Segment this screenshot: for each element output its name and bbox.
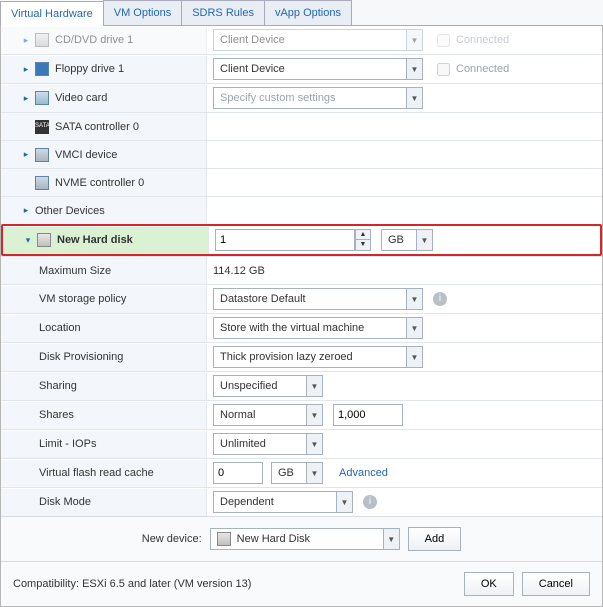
- cd-label: CD/DVD drive 1: [55, 34, 133, 46]
- flash-advanced-link[interactable]: Advanced: [339, 467, 388, 479]
- tab-virtual-hardware[interactable]: Virtual Hardware: [0, 1, 104, 26]
- cancel-button[interactable]: Cancel: [522, 572, 590, 596]
- nvme-icon: [35, 176, 49, 190]
- limit-iops-select[interactable]: Unlimited: [213, 433, 323, 455]
- compat-bar: Compatibility: ESXi 6.5 and later (VM ve…: [1, 561, 602, 606]
- spinner-buttons[interactable]: ▲▼: [355, 229, 371, 251]
- new-device-label: New device:: [142, 533, 202, 545]
- sata-icon: SATA: [35, 120, 49, 134]
- policy-label: VM storage policy: [39, 293, 126, 305]
- row-floppy: Floppy drive 1 Client Device Connected: [1, 54, 602, 83]
- flash-value-input[interactable]: [213, 462, 263, 484]
- disk-size-spinner[interactable]: ▲▼: [215, 229, 371, 251]
- row-disk-mode: Disk Mode Dependent i: [1, 487, 602, 516]
- row-cd-drive: CD/DVD drive 1 Client Device Connected: [1, 26, 602, 54]
- tab-vapp-options[interactable]: vApp Options: [264, 0, 352, 25]
- cd-connected-check[interactable]: Connected: [437, 34, 509, 47]
- checkbox[interactable]: [437, 34, 450, 47]
- row-sata: SATA SATA controller 0: [1, 112, 602, 140]
- disk-icon: [217, 532, 231, 546]
- tab-sdrs-rules[interactable]: SDRS Rules: [181, 0, 265, 25]
- storage-policy-select[interactable]: Datastore Default: [213, 288, 423, 310]
- provisioning-label: Disk Provisioning: [39, 351, 123, 363]
- provisioning-select[interactable]: Thick provision lazy zeroed: [213, 346, 423, 368]
- shares-mode-select[interactable]: Normal: [213, 404, 323, 426]
- video-settings-select[interactable]: Specify custom settings: [213, 87, 423, 109]
- new-device-select[interactable]: New Hard Disk: [210, 528, 400, 550]
- disk-size-unit-select[interactable]: GB: [381, 229, 433, 251]
- location-label: Location: [39, 322, 81, 334]
- video-icon: [35, 91, 49, 105]
- disk-mode-label: Disk Mode: [39, 496, 91, 508]
- disk-icon: [37, 233, 51, 247]
- expand-toggle[interactable]: [21, 206, 31, 216]
- floppy-connected-check[interactable]: Connected: [437, 63, 509, 76]
- expand-toggle[interactable]: [23, 235, 33, 245]
- disk-mode-select[interactable]: Dependent: [213, 491, 353, 513]
- expand-toggle[interactable]: [21, 64, 31, 74]
- row-video: Video card Specify custom settings: [1, 83, 602, 112]
- sata-label: SATA controller 0: [55, 121, 139, 133]
- other-label: Other Devices: [35, 205, 105, 217]
- expand-toggle[interactable]: [21, 150, 31, 160]
- floppy-device-select[interactable]: Client Device: [213, 58, 423, 80]
- cd-device-select[interactable]: Client Device: [213, 29, 423, 51]
- shares-value-input[interactable]: [333, 404, 403, 426]
- floppy-label: Floppy drive 1: [55, 63, 124, 75]
- row-provisioning: Disk Provisioning Thick provision lazy z…: [1, 342, 602, 371]
- shares-label: Shares: [39, 409, 74, 421]
- row-location: Location Store with the virtual machine: [1, 313, 602, 342]
- tabstrip: Virtual Hardware VM Options SDRS Rules v…: [0, 0, 603, 26]
- row-sharing: Sharing Unspecified: [1, 371, 602, 400]
- flash-unit-select[interactable]: GB: [271, 462, 323, 484]
- chip-icon: [35, 148, 49, 162]
- info-icon[interactable]: i: [363, 495, 377, 509]
- compat-text: Compatibility: ESXi 6.5 and later (VM ve…: [13, 578, 251, 590]
- expand-toggle[interactable]: [21, 93, 31, 103]
- add-button[interactable]: Add: [408, 527, 462, 551]
- limit-label: Limit - IOPs: [39, 438, 96, 450]
- row-new-hard-disk: New Hard disk ▲▼ GB: [1, 224, 602, 256]
- disk-size-input[interactable]: [215, 229, 355, 251]
- maxsize-value: 114.12 GB: [213, 265, 265, 277]
- tab-vm-options[interactable]: VM Options: [103, 0, 182, 25]
- row-max-size: Maximum Size 114.12 GB: [1, 256, 602, 284]
- row-nvme: NVME controller 0: [1, 168, 602, 196]
- row-flash-cache: Virtual flash read cache GB Advanced: [1, 458, 602, 487]
- row-storage-policy: VM storage policy Datastore Default i: [1, 284, 602, 313]
- checkbox[interactable]: [437, 63, 450, 76]
- location-select[interactable]: Store with the virtual machine: [213, 317, 423, 339]
- vmci-label: VMCI device: [55, 149, 117, 161]
- cd-icon: [35, 33, 49, 47]
- video-label: Video card: [55, 92, 107, 104]
- row-vmci: VMCI device: [1, 140, 602, 168]
- add-device-bar: New device: New Hard Disk Add: [1, 516, 602, 561]
- floppy-icon: [35, 62, 49, 76]
- sharing-label: Sharing: [39, 380, 77, 392]
- new-hard-disk-label: New Hard disk: [57, 234, 133, 246]
- info-icon[interactable]: i: [433, 292, 447, 306]
- hardware-scroll[interactable]: CD/DVD drive 1 Client Device Connected: [1, 26, 602, 516]
- flash-label: Virtual flash read cache: [39, 467, 154, 479]
- row-shares: Shares Normal: [1, 400, 602, 429]
- expand-toggle[interactable]: [21, 35, 31, 45]
- maxsize-label: Maximum Size: [39, 265, 111, 277]
- panel-virtual-hardware: CD/DVD drive 1 Client Device Connected: [0, 26, 603, 607]
- window: Virtual Hardware VM Options SDRS Rules v…: [0, 0, 603, 607]
- ok-button[interactable]: OK: [464, 572, 514, 596]
- sharing-select[interactable]: Unspecified: [213, 375, 323, 397]
- row-other: Other Devices: [1, 196, 602, 224]
- row-limit-iops: Limit - IOPs Unlimited: [1, 429, 602, 458]
- nvme-label: NVME controller 0: [55, 177, 144, 189]
